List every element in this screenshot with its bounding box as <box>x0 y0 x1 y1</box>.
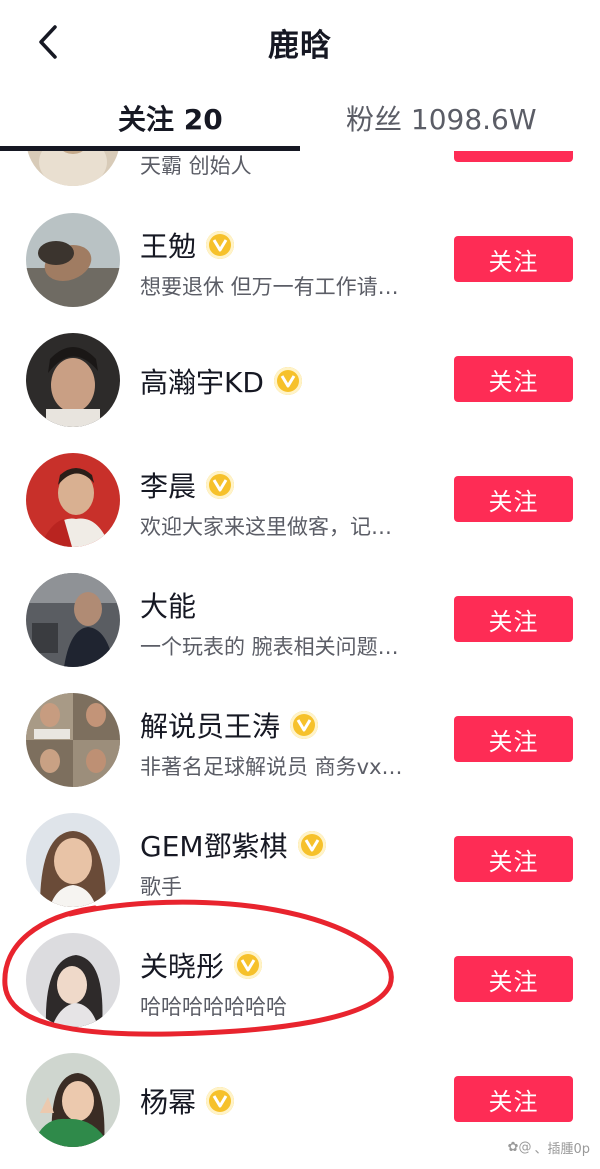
list-item[interactable]: 关晓彤 哈哈哈哈哈哈哈 关注 <box>0 920 600 1040</box>
user-name[interactable]: 大能 <box>140 585 196 625</box>
page-title: 鹿晗 <box>268 28 332 64</box>
list-item[interactable]: 高瀚宇KD 关注 <box>0 320 600 440</box>
active-tab-indicator <box>0 146 300 151</box>
list-item[interactable]: 解说员王涛 非著名足球解说员 商务vx… 关注 <box>0 680 600 800</box>
user-bio: 想要退休 但万一有工作请… <box>140 275 399 299</box>
user-name[interactable]: GEM鄧紫棋 <box>140 825 288 865</box>
top-bar: 鹿晗 <box>0 0 600 85</box>
follow-button[interactable]: 关注 <box>454 476 573 522</box>
avatar[interactable] <box>26 573 120 667</box>
avatar[interactable] <box>26 693 120 787</box>
tab-following[interactable]: 关注 20 <box>118 98 223 138</box>
verified-badge-icon <box>290 711 319 739</box>
follow-button[interactable]: 关注 <box>454 236 573 282</box>
avatar[interactable] <box>26 1053 120 1147</box>
avatar[interactable] <box>26 213 120 307</box>
user-name[interactable]: 关晓彤 <box>140 945 224 985</box>
watermark: ✿@ 、插腫0p <box>508 1138 590 1157</box>
follow-button[interactable]: 关注 <box>454 596 573 642</box>
verified-badge-icon <box>273 367 302 395</box>
user-bio: 天霸 创始人 <box>140 154 252 178</box>
user-name[interactable]: 解说员王涛 <box>140 705 280 745</box>
tab-bar: 关注 20 粉丝 1098.6W <box>0 85 600 151</box>
list-item[interactable]: 大能 一个玩表的 腕表相关问题… 关注 <box>0 560 600 680</box>
user-bio: 歌手 <box>140 875 182 899</box>
verified-badge-icon <box>206 1087 235 1115</box>
avatar[interactable] <box>26 813 120 907</box>
watermark-logo-icon: ✿@ <box>507 1140 532 1155</box>
tab-fans[interactable]: 粉丝 1098.6W <box>346 98 537 138</box>
follow-button-partial[interactable] <box>454 151 573 162</box>
list-item[interactable]: GEM鄧紫棋 歌手 关注 <box>0 800 600 920</box>
user-name[interactable]: 王勉 <box>140 225 196 265</box>
follow-button[interactable]: 关注 <box>454 716 573 762</box>
verified-badge-icon <box>206 231 235 259</box>
user-bio: 非著名足球解说员 商务vx… <box>140 755 403 779</box>
list-item[interactable]: 王勉 想要退休 但万一有工作请… 关注 <box>0 200 600 320</box>
user-bio: 哈哈哈哈哈哈哈 <box>140 995 287 1019</box>
avatar[interactable] <box>26 933 120 1027</box>
watermark-text: 、插腫0p <box>534 1142 590 1157</box>
user-name[interactable]: 李晨 <box>140 465 196 505</box>
user-bio: 欢迎大家来这里做客，记… <box>140 515 392 539</box>
user-bio: 一个玩表的 腕表相关问题… <box>140 635 399 659</box>
user-name[interactable]: 杨幂 <box>140 1081 196 1121</box>
verified-badge-icon <box>206 471 235 499</box>
follow-button[interactable]: 关注 <box>454 1076 573 1122</box>
follow-button[interactable]: 关注 <box>454 836 573 882</box>
list-item[interactable]: 李晨 欢迎大家来这里做客，记… 关注 <box>0 440 600 560</box>
user-name[interactable]: 高瀚宇KD <box>140 361 264 401</box>
verified-badge-icon <box>234 951 263 979</box>
follow-button[interactable]: 关注 <box>454 956 573 1002</box>
verified-badge-icon <box>297 831 326 859</box>
avatar[interactable] <box>26 333 120 427</box>
avatar[interactable] <box>26 453 120 547</box>
following-list: 天霸 创始人 王勉 想要退休 但万一有工作请… 关注 高瀚宇KD 关注 李晨 欢… <box>0 0 600 1169</box>
follow-button[interactable]: 关注 <box>454 356 573 402</box>
